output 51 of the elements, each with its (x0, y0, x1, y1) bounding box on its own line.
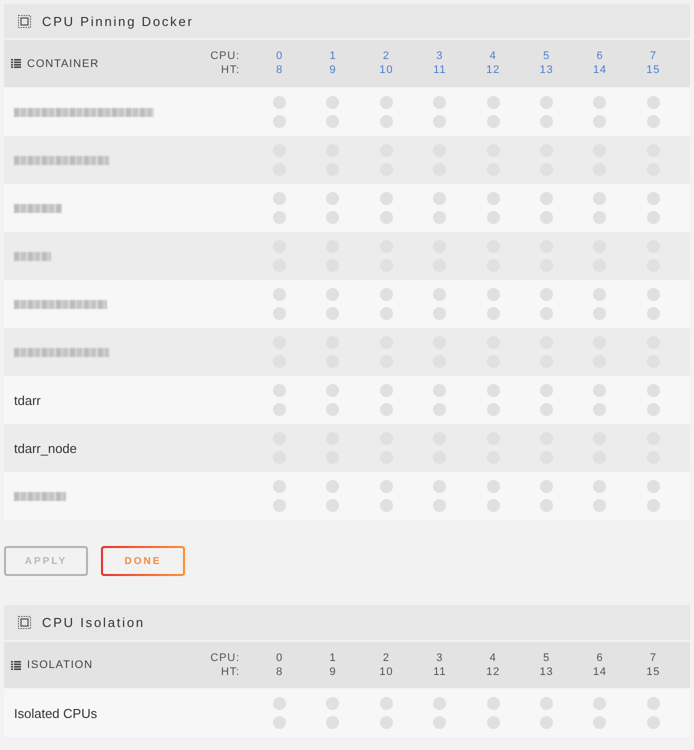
row-label: tdarr_node (13, 440, 77, 456)
ht-number[interactable]: 15 (646, 64, 660, 77)
ht-number[interactable]: 8 (276, 64, 284, 77)
ht-label: HT: (220, 666, 240, 678)
cpu-number[interactable]: 1 (330, 50, 336, 63)
cpu-number: 2 (382, 652, 390, 664)
ht-number[interactable]: 9 (330, 64, 336, 77)
redacted-text (14, 492, 66, 500)
row-label: Isolated CPUs (13, 706, 98, 720)
cpu-number: 1 (330, 652, 336, 664)
cpu-number: 5 (543, 652, 550, 664)
chip-icon (18, 14, 31, 28)
ht-label: HT: (220, 64, 240, 77)
ht-number: 14 (592, 666, 607, 678)
ht-number[interactable]: 14 (592, 64, 607, 77)
panel-title: CPU Isolation (42, 615, 145, 630)
redacted-text (14, 204, 62, 212)
column-header: CONTAINER (27, 58, 100, 70)
column-header: ISOLATION (27, 659, 93, 671)
ht-number: 11 (433, 666, 446, 678)
ht-number: 12 (486, 666, 500, 678)
list-icon (11, 660, 21, 670)
ht-number[interactable]: 10 (379, 64, 394, 77)
cpu-number: 7 (650, 652, 657, 664)
ht-number: 8 (276, 666, 284, 678)
ht-number: 15 (646, 666, 660, 678)
redacted-text (14, 252, 51, 260)
ht-number[interactable]: 11 (433, 64, 446, 77)
cpu-label: CPU: (210, 50, 240, 63)
cpu-number[interactable]: 6 (596, 50, 604, 63)
ht-number[interactable]: 12 (486, 64, 500, 77)
list-icon (11, 59, 21, 68)
cpu-number[interactable]: 4 (490, 50, 497, 63)
cpu-number: 3 (436, 652, 444, 664)
cpu-number[interactable]: 7 (650, 50, 657, 63)
row-label: tdarr (13, 392, 41, 408)
ht-number[interactable]: 13 (540, 64, 554, 77)
ht-number: 13 (540, 666, 554, 678)
cpu-number[interactable]: 5 (543, 50, 550, 63)
cpu-number[interactable]: 3 (436, 50, 444, 63)
cpu-number: 4 (490, 652, 497, 664)
cpu-number: 0 (276, 652, 284, 664)
ht-number: 9 (330, 666, 336, 678)
action-button[interactable]: DONE (101, 546, 185, 576)
cpu-number[interactable]: 2 (382, 50, 390, 63)
ht-number: 10 (379, 666, 394, 678)
chip-icon (18, 616, 31, 629)
cpu-number: 6 (596, 652, 604, 664)
cpu-label: CPU: (210, 652, 240, 664)
cpu-number[interactable]: 0 (276, 50, 284, 63)
panel-title: CPU Pinning Docker (42, 14, 194, 28)
